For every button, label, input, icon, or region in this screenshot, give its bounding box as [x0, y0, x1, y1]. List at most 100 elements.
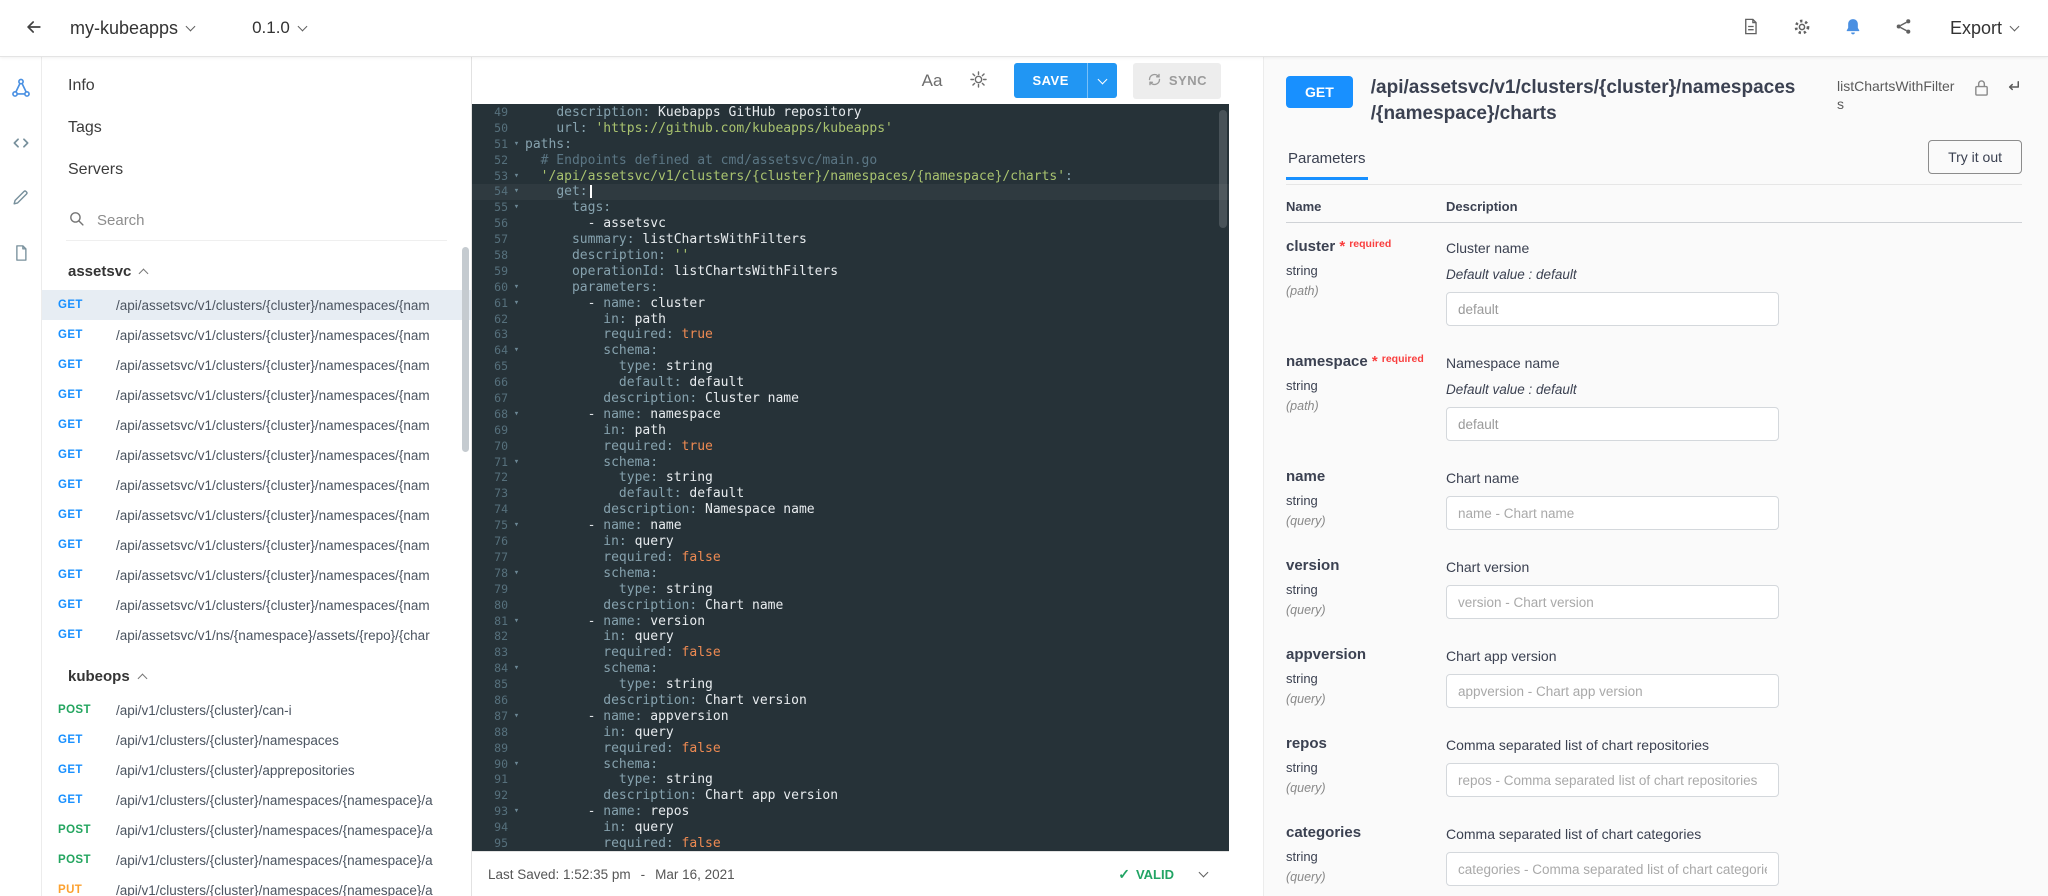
- group-header-assetsvc[interactable]: assetsvc: [42, 245, 471, 290]
- parameter-input[interactable]: [1446, 407, 1779, 442]
- code-line[interactable]: 76 in: query: [472, 534, 1229, 550]
- fold-arrow-icon[interactable]: ▾: [508, 343, 525, 359]
- fold-arrow-icon[interactable]: ▾: [508, 296, 525, 312]
- endpoint-row[interactable]: GET/api/assetsvc/v1/clusters/{cluster}/n…: [42, 350, 471, 380]
- editor-scrollbar-thumb[interactable]: [1219, 110, 1227, 228]
- code-line[interactable]: 66 default: default: [472, 375, 1229, 391]
- code-line[interactable]: 68 ▾ - name: namespace: [472, 407, 1229, 423]
- code-line[interactable]: 77 required: false: [472, 550, 1229, 566]
- code-line[interactable]: 63 required: true: [472, 327, 1229, 343]
- endpoint-row[interactable]: GET/api/assetsvc/v1/clusters/{cluster}/n…: [42, 500, 471, 530]
- code-line[interactable]: 82 in: query: [472, 629, 1229, 645]
- code-line[interactable]: 65 type: string: [472, 359, 1229, 375]
- code-line[interactable]: 52 # Endpoints defined at cmd/assetsvc/m…: [472, 153, 1229, 169]
- code-line[interactable]: 64 ▾ schema:: [472, 343, 1229, 359]
- parameter-input[interactable]: [1446, 585, 1779, 620]
- rail-docs-button[interactable]: [7, 240, 35, 268]
- code-line[interactable]: 90 ▾ schema:: [472, 757, 1229, 773]
- settings-button[interactable]: [1782, 8, 1822, 48]
- code-line[interactable]: 58 description: '': [472, 248, 1229, 264]
- notifications-button[interactable]: [1833, 8, 1873, 48]
- fold-arrow-icon[interactable]: ▾: [508, 518, 525, 534]
- code-line[interactable]: 75 ▾ - name: name: [472, 518, 1229, 534]
- fold-arrow-icon[interactable]: ▾: [508, 169, 525, 185]
- code-line[interactable]: 69 in: path: [472, 423, 1229, 439]
- parameter-input[interactable]: [1446, 496, 1779, 531]
- endpoint-row[interactable]: GET/api/assetsvc/v1/clusters/{cluster}/n…: [42, 290, 471, 320]
- code-line[interactable]: 89 required: false: [472, 741, 1229, 757]
- code-line[interactable]: 57 summary: listChartsWithFilters: [472, 232, 1229, 248]
- code-line[interactable]: 79 type: string: [472, 582, 1229, 598]
- collapse-arrow-icon[interactable]: [2004, 78, 2022, 96]
- code-line[interactable]: 94 in: query: [472, 820, 1229, 836]
- endpoint-row[interactable]: GET/api/assetsvc/v1/clusters/{cluster}/n…: [42, 590, 471, 620]
- fold-arrow-icon[interactable]: ▾: [508, 804, 525, 820]
- fold-arrow-icon[interactable]: ▾: [508, 184, 525, 200]
- save-button[interactable]: SAVE: [1014, 63, 1087, 98]
- code-line[interactable]: 85 type: string: [472, 677, 1229, 693]
- code-line[interactable]: 87 ▾ - name: appversion: [472, 709, 1229, 725]
- code-line[interactable]: 71 ▾ schema:: [472, 455, 1229, 471]
- save-options-button[interactable]: [1086, 63, 1117, 98]
- theme-toggle-button[interactable]: [958, 61, 998, 101]
- endpoint-row[interactable]: GET/api/v1/clusters/{cluster}/appreposit…: [42, 755, 471, 785]
- code-line[interactable]: 88 in: query: [472, 725, 1229, 741]
- group-header-kubeops[interactable]: kubeops: [42, 650, 471, 695]
- code-line[interactable]: 80 description: Chart name: [472, 598, 1229, 614]
- endpoint-row[interactable]: GET/api/assetsvc/v1/clusters/{cluster}/n…: [42, 410, 471, 440]
- endpoint-row[interactable]: GET/api/assetsvc/v1/clusters/{cluster}/n…: [42, 440, 471, 470]
- code-line[interactable]: 92 description: Chart app version: [472, 788, 1229, 804]
- rail-code-button[interactable]: [7, 130, 35, 158]
- code-line[interactable]: 61 ▾ - name: cluster: [472, 296, 1229, 312]
- parameter-input[interactable]: [1446, 763, 1779, 798]
- fold-arrow-icon[interactable]: ▾: [508, 280, 525, 296]
- endpoint-row[interactable]: POST/api/v1/clusters/{cluster}/namespace…: [42, 815, 471, 845]
- code-line[interactable]: 73 default: default: [472, 486, 1229, 502]
- code-line[interactable]: 60 ▾ parameters:: [472, 280, 1229, 296]
- code-line[interactable]: 72 type: string: [472, 470, 1229, 486]
- code-line[interactable]: 74 description: Namespace name: [472, 502, 1229, 518]
- sidebar-item-servers[interactable]: Servers: [42, 149, 471, 191]
- fold-arrow-icon[interactable]: ▾: [508, 455, 525, 471]
- sync-button[interactable]: SYNC: [1132, 62, 1221, 99]
- sidebar-item-info[interactable]: Info: [42, 65, 471, 107]
- code-line[interactable]: 62 in: path: [472, 312, 1229, 328]
- code-line[interactable]: 70 required: true: [472, 439, 1229, 455]
- code-line[interactable]: 84 ▾ schema:: [472, 661, 1229, 677]
- sidebar-item-tags[interactable]: Tags: [42, 107, 471, 149]
- fold-arrow-icon[interactable]: ▾: [508, 137, 525, 153]
- docs-page-button[interactable]: [1731, 8, 1771, 48]
- fold-arrow-icon[interactable]: ▾: [508, 757, 525, 773]
- code-line[interactable]: 91 type: string: [472, 772, 1229, 788]
- rail-edit-button[interactable]: [7, 185, 35, 213]
- code-line[interactable]: 83 required: false: [472, 645, 1229, 661]
- code-line[interactable]: 49 description: Kuebapps GitHub reposito…: [472, 105, 1229, 121]
- endpoint-row[interactable]: POST/api/v1/clusters/{cluster}/can-i: [42, 695, 471, 725]
- code-line[interactable]: 56 - assetsvc: [472, 216, 1229, 232]
- fold-arrow-icon[interactable]: ▾: [508, 709, 525, 725]
- endpoint-row[interactable]: GET/api/assetsvc/v1/clusters/{cluster}/n…: [42, 470, 471, 500]
- code-line[interactable]: 55 ▾ tags:: [472, 200, 1229, 216]
- fold-arrow-icon[interactable]: ▾: [508, 614, 525, 630]
- code-editor[interactable]: 49 description: Kuebapps GitHub reposito…: [472, 104, 1229, 851]
- status-expand-chevron[interactable]: [1198, 867, 1209, 877]
- code-line[interactable]: 50 url: 'https://github.com/kubeapps/kub…: [472, 121, 1229, 137]
- sidebar-scrollbar-thumb[interactable]: [462, 247, 469, 452]
- code-line[interactable]: 81 ▾ - name: version: [472, 614, 1229, 630]
- code-line[interactable]: 78 ▾ schema:: [472, 566, 1229, 582]
- endpoint-row[interactable]: GET/api/assetsvc/v1/ns/{namespace}/asset…: [42, 620, 471, 650]
- code-line[interactable]: 93 ▾ - name: repos: [472, 804, 1229, 820]
- font-size-button[interactable]: Aa: [922, 71, 943, 91]
- endpoint-row[interactable]: GET/api/assetsvc/v1/clusters/{cluster}/n…: [42, 560, 471, 590]
- version-dropdown[interactable]: 0.1.0: [252, 18, 308, 38]
- endpoint-row[interactable]: GET/api/assetsvc/v1/clusters/{cluster}/n…: [42, 320, 471, 350]
- code-line[interactable]: 86 description: Chart version: [472, 693, 1229, 709]
- code-line[interactable]: 67 description: Cluster name: [472, 391, 1229, 407]
- search-input[interactable]: [97, 212, 445, 229]
- api-name-dropdown[interactable]: my-kubeapps: [70, 18, 196, 39]
- endpoint-row[interactable]: GET/api/v1/clusters/{cluster}/namespaces…: [42, 785, 471, 815]
- back-button[interactable]: [14, 8, 54, 48]
- code-line[interactable]: 59 operationId: listChartsWithFilters: [472, 264, 1229, 280]
- fold-arrow-icon[interactable]: ▾: [508, 566, 525, 582]
- endpoint-row[interactable]: GET/api/v1/clusters/{cluster}/namespaces: [42, 725, 471, 755]
